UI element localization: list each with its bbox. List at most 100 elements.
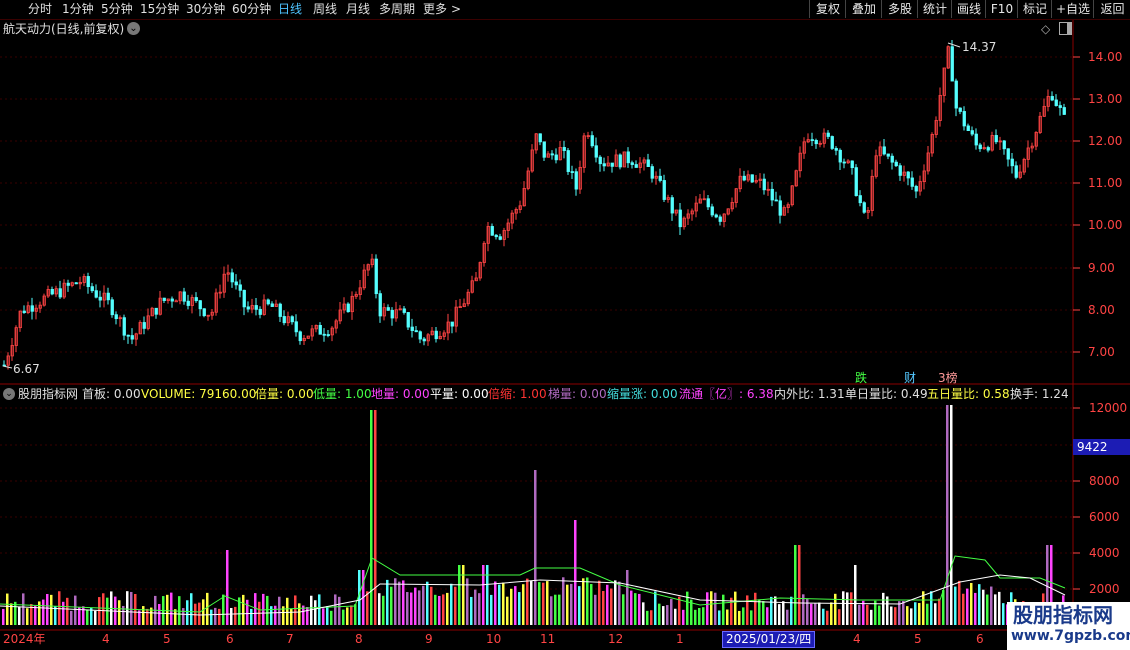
volume-bar (354, 604, 357, 625)
volume-bar (366, 591, 369, 625)
volume-bar (950, 405, 953, 625)
volume-bar (782, 601, 785, 625)
marker-down[interactable]: 跌 (855, 371, 867, 385)
candle-body (182, 291, 186, 302)
candle-body (634, 164, 638, 168)
volume-bar (974, 592, 977, 625)
indicator-item: 梯量: 0.00 (548, 387, 607, 401)
month-label: 9 (425, 632, 433, 646)
volume-bar (102, 593, 105, 625)
candle-body (602, 163, 606, 167)
volume-bar (866, 604, 869, 625)
volume-bar (726, 609, 729, 625)
volume-bar (54, 606, 57, 625)
volume-bar (50, 594, 53, 625)
layout-toggle-icon[interactable] (1059, 22, 1072, 35)
volume-bar (530, 580, 533, 625)
volume-bar (934, 603, 937, 625)
indicator-item: 地量: 0.00 (371, 387, 430, 401)
candle-body (186, 300, 190, 306)
candle-body (658, 175, 662, 181)
candle-body (110, 299, 114, 316)
volume-bar (278, 596, 281, 625)
candle-body (490, 226, 494, 236)
volume-bar (254, 593, 257, 625)
candle-body (246, 306, 250, 310)
volume-bar (234, 606, 237, 625)
candle-body (890, 155, 894, 163)
volume-bar (510, 588, 513, 625)
candle-body (390, 309, 394, 319)
indicator-dropdown-icon[interactable]: ⌄ (3, 388, 15, 400)
volume-bar (986, 594, 989, 625)
volume-bar (682, 609, 685, 625)
volume-bar (186, 600, 189, 625)
indicator-name[interactable]: 股朋指标网 (18, 387, 78, 401)
volume-bar (710, 591, 713, 625)
candle-body (810, 139, 814, 142)
indicator-item: 缩量涨: 0.00 (607, 387, 678, 401)
volume-bar (774, 596, 777, 625)
volume-bar (706, 592, 709, 625)
watermark-title: 股朋指标网 (1013, 603, 1113, 627)
volume-bar (74, 595, 77, 625)
candle-body (570, 171, 574, 173)
volume-bar (422, 585, 425, 625)
marker-list[interactable]: 3榜 (938, 371, 958, 385)
volume-bar (86, 609, 89, 625)
volume-bar (654, 591, 657, 625)
volume-bar (46, 593, 49, 625)
watermark-url: www.7gpzb.com (1011, 628, 1130, 644)
diamond-icon[interactable]: ◇ (1041, 22, 1050, 36)
volume-bar (550, 596, 553, 625)
volume-bar (314, 600, 317, 625)
candle-body (834, 148, 838, 151)
candle-body (966, 125, 970, 132)
candle-body (1010, 158, 1014, 167)
month-label: 5 (914, 632, 922, 646)
volume-bar (978, 584, 981, 625)
candle-body (770, 188, 774, 201)
volume-bar (442, 594, 445, 625)
volume-bar (418, 590, 421, 625)
volume-bar (318, 594, 321, 625)
candle-body (958, 107, 962, 112)
candle-body (710, 206, 714, 216)
volume-bar (754, 592, 757, 625)
candle-body (858, 195, 862, 204)
volume-bar (322, 608, 325, 625)
volume-bar (874, 600, 877, 625)
volume-bar (346, 607, 349, 625)
volume-bar (786, 609, 789, 625)
candle-body (406, 312, 410, 328)
candle-body (106, 292, 110, 301)
volume-bar (638, 593, 641, 625)
volume-bar (586, 577, 589, 625)
volume-bar (98, 597, 101, 625)
volume-bar (626, 570, 629, 625)
low-price-label: 6.67 (13, 362, 40, 376)
volume-bar (594, 594, 597, 625)
marker-finance[interactable]: 财 (904, 371, 916, 385)
volume-bar (430, 586, 433, 625)
candle-body (322, 333, 326, 336)
volume-bar (202, 599, 205, 625)
candle-body (826, 132, 830, 137)
volume-tick-label: 6000 (1089, 510, 1120, 524)
volume-bar (190, 593, 193, 625)
price-tick-label: 10.00 (1088, 218, 1123, 232)
candle-body (950, 46, 954, 82)
volume-bar (870, 609, 873, 625)
volume-bar (966, 588, 969, 625)
volume-bar (570, 583, 573, 625)
candle-body (850, 160, 854, 169)
candle-body (494, 234, 498, 238)
cursor-date: 2025/01/23/四 (722, 631, 816, 648)
volume-bar (210, 609, 213, 625)
candle-body (298, 331, 302, 342)
volume-bar (126, 591, 129, 625)
title-dropdown-icon[interactable]: ⌄ (127, 22, 140, 35)
volume-bar (810, 603, 813, 625)
indicator-item: 首板: 0.00 (82, 387, 141, 401)
month-label: 5 (163, 632, 171, 646)
